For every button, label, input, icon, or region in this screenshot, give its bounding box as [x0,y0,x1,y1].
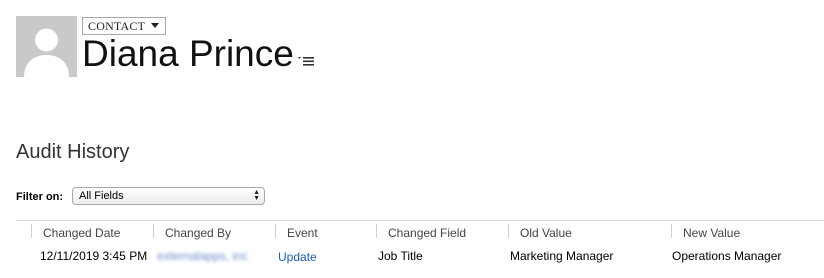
column-header-new-value[interactable]: New Value [683,226,740,241]
column-separator [275,224,276,238]
cell-new-value: Operations Manager [672,249,782,263]
column-separator [31,224,32,238]
cell-changed-date: 12/11/2019 3:45 PM [40,249,148,263]
column-separator [376,224,377,238]
column-header-old-value[interactable]: Old Value [520,226,572,241]
filter-select-value: All Fields [79,190,124,202]
contact-avatar [16,16,77,77]
hamburger-menu-icon [298,57,314,66]
chevron-down-icon [151,23,160,28]
select-arrows-icon: ▲ ▼ [253,189,260,202]
record-title: Diana Prince [82,33,294,74]
cell-event-link[interactable]: Update [278,250,317,265]
column-separator [508,224,509,238]
column-header-event[interactable]: Event [287,226,318,241]
column-separator [153,224,154,238]
cell-old-value: Marketing Manager [510,249,614,263]
filter-label: Filter on: [16,191,64,203]
record-menu-button[interactable] [297,54,317,68]
filter-field-select[interactable]: All Fields ▲ ▼ [72,187,265,205]
cell-changed-by[interactable]: externalapps, inc [157,249,252,264]
person-silhouette-icon [24,28,69,77]
audit-history-title: Audit History [16,141,130,163]
grid-divider [16,220,824,221]
column-header-changed-field[interactable]: Changed Field [388,226,466,241]
column-header-changed-by[interactable]: Changed By [165,226,231,241]
column-separator [671,224,672,238]
cell-changed-field: Job Title [378,249,423,263]
column-header-changed-date[interactable]: Changed Date [43,226,120,241]
